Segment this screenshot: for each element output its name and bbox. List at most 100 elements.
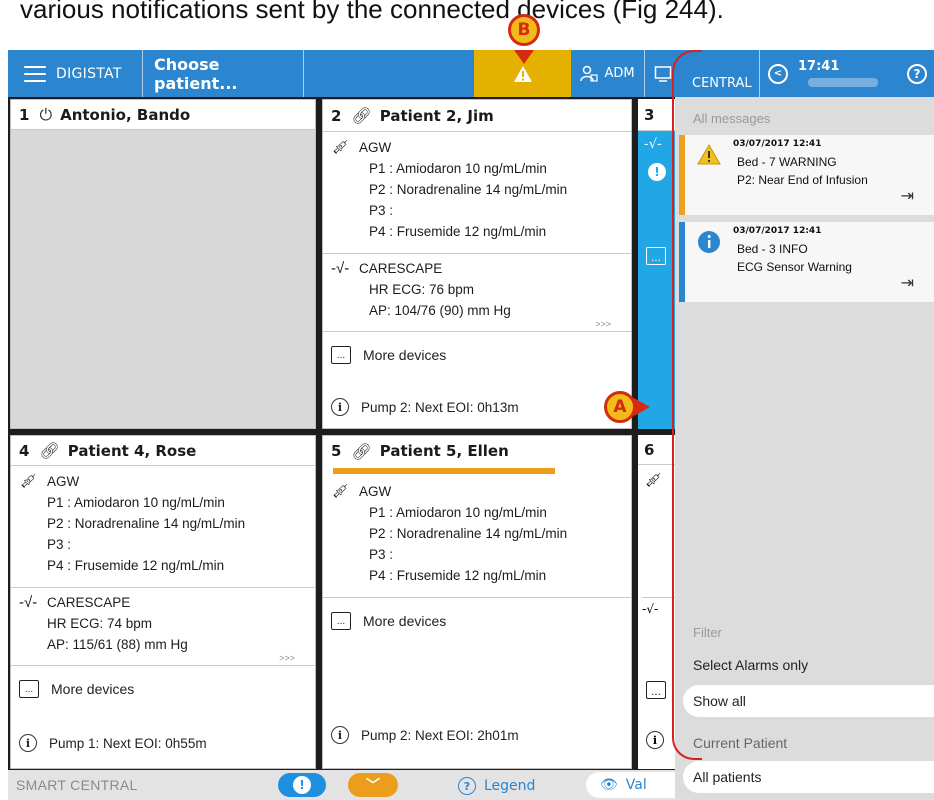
bed-number: 6	[644, 440, 655, 459]
go-to-patient-icon[interactable]: ⇥	[901, 273, 914, 292]
bed-card-5[interactable]: 5 🔗︎ Patient 5, Ellen 💉︎ AGW P1 : Amiodar…	[322, 435, 632, 769]
pump-section[interactable]: 💉︎ AGW P1 : Amiodaron 10 ng/mL/min P2 : N…	[323, 466, 631, 598]
more-devices-label: More devices	[363, 613, 447, 629]
notification-message: P2: Near End of Infusion	[737, 173, 868, 187]
top-bar: DIGISTAT Choose patient... ADM CENTRAL <…	[8, 50, 934, 97]
monitor-section[interactable]: -√- CARESCAPE HR ECG: 76 bpm AP: 104/76 (…	[323, 254, 631, 332]
expand-more[interactable]: >>>	[279, 653, 295, 663]
device-name: CARESCAPE	[47, 595, 131, 610]
notification-item[interactable]: 03/07/2017 12:41 Bed - 7 WARNING P2: Nea…	[679, 135, 934, 215]
bed-card-1[interactable]: 1 ⏻ Antonio, Bando	[10, 99, 316, 429]
pump-line: P4 : Frusemide 12 ng/mL/min	[369, 224, 547, 239]
values-button[interactable]: 👁︎ Val	[586, 772, 686, 798]
pump-line: P1 : Amiodaron 10 ng/mL/min	[47, 495, 225, 510]
expand-button[interactable]: ﹀	[348, 773, 398, 797]
bed-card-4[interactable]: 4 🔗︎ Patient 4, Rose 💉︎ AGW P1 : Amiodaro…	[10, 435, 316, 769]
clock-time: 17:41	[798, 59, 840, 74]
pump-line: P1 : Amiodaron 10 ng/mL/min	[369, 505, 547, 520]
vital-line: AP: 115/61 (88) mm Hg	[47, 637, 188, 652]
bed-header: 5 🔗︎ Patient 5, Ellen	[323, 436, 631, 466]
more-devices-button[interactable]: ... More devices	[323, 332, 631, 378]
bed-header: 6	[638, 435, 675, 465]
monitor-screen-icon	[654, 65, 672, 82]
callout-a: A	[604, 391, 636, 423]
patient-name: Patient 4, Rose	[67, 441, 197, 460]
go-to-patient-icon[interactable]: ⇥	[901, 186, 914, 205]
bed-number: 3	[644, 105, 655, 124]
bed-number: 1	[19, 105, 30, 124]
bed-number: 2	[331, 106, 342, 125]
syringe-icon: 💉︎	[19, 473, 39, 490]
notification-datetime: 03/07/2017 12:41	[733, 226, 822, 236]
user-button[interactable]: ADM	[571, 50, 645, 97]
all-messages-header: All messages	[693, 111, 771, 126]
ecg-wave-icon: -√-	[644, 137, 662, 152]
bed-card-3[interactable]: 3 -√- ! ...	[638, 99, 675, 429]
eoi-info: i Pump 2: Next EOI: 0h13m	[331, 398, 519, 416]
pump-line: P1 : Amiodaron 10 ng/mL/min	[369, 161, 547, 176]
ecg-wave-icon: -√-	[19, 594, 38, 611]
notification-item[interactable]: 03/07/2017 12:41 Bed - 3 INFO ECG Sensor…	[679, 222, 934, 302]
help-icon: ?	[458, 777, 476, 795]
more-devices-icon: ...	[331, 612, 351, 630]
vital-line: AP: 104/76 (90) mm Hg	[369, 303, 511, 318]
pump-line: P4 : Frusemide 12 ng/mL/min	[369, 568, 547, 583]
clock-icon: <	[768, 63, 788, 84]
chevron-down-icon: ﹀	[366, 778, 380, 794]
monitor-section[interactable]: -√- CARESCAPE HR ECG: 74 bpm AP: 115/61 (…	[11, 588, 315, 666]
show-all-button[interactable]: Show all	[683, 685, 934, 717]
eoi-label: Pump 1: Next EOI: 0h55m	[49, 735, 207, 751]
device-name: AGW	[359, 483, 392, 499]
bed-header: 4 🔗︎ Patient 4, Rose	[11, 436, 315, 466]
date-redacted	[808, 78, 878, 87]
bed-card-6[interactable]: 6 💉︎ -√- ... i	[638, 435, 675, 769]
notification-title: Bed - 7 WARNING	[737, 155, 837, 169]
legend-button[interactable]: ? Legend	[458, 777, 535, 795]
more-devices-icon: ...	[646, 681, 666, 699]
link-icon: 🔗︎	[351, 441, 372, 461]
pump-section[interactable]: 💉︎ AGW P1 : Amiodaron 10 ng/mL/min P2 : N…	[323, 132, 631, 254]
more-devices-icon: ...	[646, 247, 666, 265]
all-patients-button[interactable]: All patients	[683, 761, 934, 793]
callout-b: B	[508, 14, 540, 46]
bed-header: 2 🔗︎ Patient 2, Jim	[323, 100, 631, 132]
bed-number: 5	[331, 442, 342, 460]
panel-highlight-bracket	[672, 50, 702, 760]
syringe-icon: 💉︎	[331, 139, 351, 156]
alarm-filter-button[interactable]: !	[278, 773, 326, 797]
choose-patient-button[interactable]: Choose patient...	[144, 50, 304, 97]
eoi-info: i Pump 1: Next EOI: 0h55m	[19, 734, 207, 752]
bed-card-2[interactable]: 2 🔗︎ Patient 2, Jim 💉︎ AGW P1 : Amiodaron…	[322, 99, 632, 429]
pump-section[interactable]: 💉︎ AGW P1 : Amiodaron 10 ng/mL/min P2 : N…	[11, 466, 315, 588]
app-name: DIGISTAT	[56, 65, 122, 82]
user-icon	[580, 65, 599, 82]
more-devices-button[interactable]: ... More devices	[11, 666, 315, 712]
bed-number: 4	[19, 441, 30, 460]
eoi-info: i Pump 2: Next EOI: 2h01m	[331, 726, 519, 744]
notification-datetime: 03/07/2017 12:41	[733, 139, 822, 149]
vital-line: HR ECG: 74 bpm	[47, 616, 153, 631]
syringe-icon: 💉︎	[644, 471, 664, 489]
help-button[interactable]: ?	[900, 50, 934, 97]
more-devices-label: More devices	[51, 681, 135, 697]
patient-name: Antonio, Bando	[60, 105, 191, 124]
vital-line: HR ECG: 76 bpm	[369, 282, 475, 297]
info-icon: i	[646, 731, 664, 749]
patient-name: Patient 5, Ellen	[379, 442, 509, 460]
bed-header: 3	[638, 99, 675, 131]
clock[interactable]: < 17:41	[760, 50, 898, 97]
eoi-label: Pump 2: Next EOI: 0h13m	[361, 399, 519, 415]
main-menu-button[interactable]: DIGISTAT	[8, 50, 143, 97]
pump-line: P4 : Frusemide 12 ng/mL/min	[47, 558, 225, 573]
link-icon: 🔗︎	[351, 106, 372, 125]
screenshot-root: various notifications sent by the connec…	[0, 0, 934, 800]
info-icon: i	[331, 398, 349, 416]
more-devices-button[interactable]: ... More devices	[323, 598, 631, 644]
help-icon: ?	[907, 63, 927, 84]
more-devices-icon: ...	[331, 346, 351, 364]
eye-icon: 👁︎	[600, 777, 618, 793]
more-devices-icon: ...	[19, 680, 39, 698]
pump-line: P3 :	[369, 203, 394, 218]
expand-more[interactable]: >>>	[595, 319, 611, 329]
pump-line: P2 : Noradrenaline 14 ng/mL/min	[369, 182, 568, 197]
